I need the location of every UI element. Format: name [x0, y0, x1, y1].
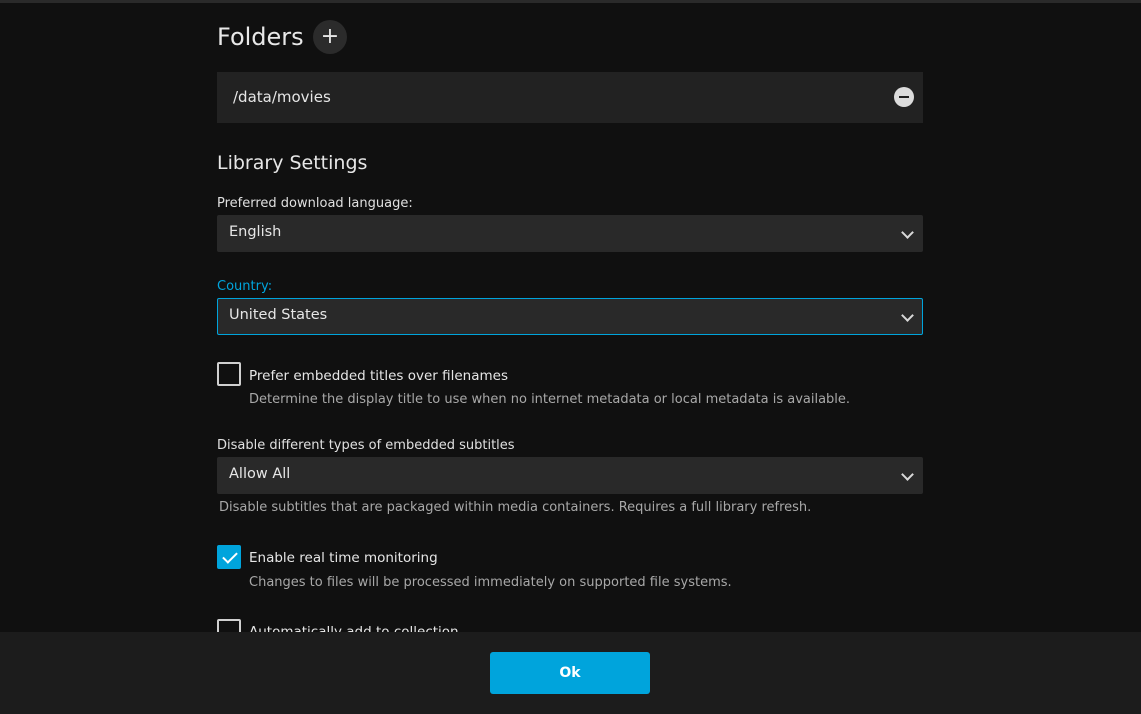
real-time-monitoring-help: Changes to files will be processed immed…: [249, 575, 732, 590]
real-time-monitoring-checkbox[interactable]: [217, 545, 241, 569]
folders-header: Folders +: [217, 20, 923, 54]
folders-title: Folders: [217, 23, 304, 51]
ok-button[interactable]: Ok: [490, 652, 650, 694]
country-value: United States: [229, 307, 328, 323]
auto-add-collection-checkbox[interactable]: [217, 619, 241, 632]
chevron-down-icon: [901, 309, 914, 322]
embedded-subtitles-label: Disable different types of embedded subt…: [217, 438, 515, 453]
prefer-embedded-titles-help: Determine the display title to use when …: [249, 392, 851, 407]
chevron-down-icon: [901, 226, 914, 239]
library-settings-title: Library Settings: [217, 152, 368, 174]
check-mark-icon: [222, 548, 238, 564]
prefer-embedded-titles-checkbox[interactable]: [217, 362, 241, 386]
embedded-subtitles-select[interactable]: Allow All: [217, 457, 923, 494]
real-time-monitoring-label[interactable]: Enable real time monitoring: [249, 550, 438, 566]
embedded-subtitles-value: Allow All: [229, 466, 291, 482]
auto-add-collection-label[interactable]: Automatically add to collection: [249, 624, 459, 632]
embedded-subtitles-help: Disable subtitles that are packaged with…: [219, 500, 812, 515]
download-language-label: Preferred download language:: [217, 196, 413, 211]
country-label: Country:: [217, 279, 273, 294]
prefer-embedded-titles-label[interactable]: Prefer embedded titles over filenames: [249, 368, 508, 384]
chevron-down-icon: [901, 468, 914, 481]
download-language-select[interactable]: English: [217, 215, 923, 252]
folder-list-item: /data/movies: [217, 72, 923, 123]
library-options-scroll-area[interactable]: Folders + /data/movies Library Settings …: [0, 3, 1141, 632]
dialog-footer: Ok: [0, 632, 1141, 714]
country-select[interactable]: United States: [217, 298, 923, 335]
add-folder-button[interactable]: +: [313, 20, 347, 54]
download-language-value: English: [229, 224, 282, 240]
remove-folder-icon[interactable]: [894, 87, 914, 107]
folder-path: /data/movies: [233, 88, 331, 106]
